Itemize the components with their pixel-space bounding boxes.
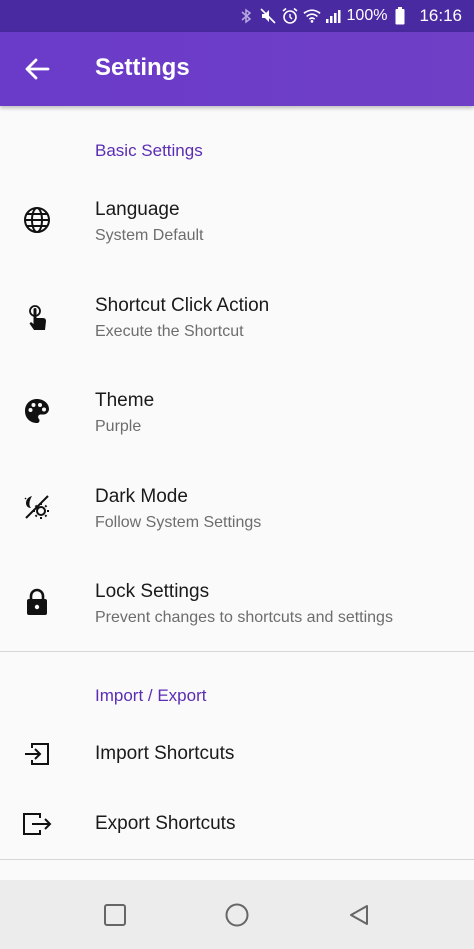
- export-icon: [22, 809, 52, 839]
- palette-icon: [22, 396, 52, 426]
- section-header-import-export: Import / Export: [95, 686, 207, 705]
- clock: 16:16: [419, 6, 462, 25]
- recents-button[interactable]: [100, 900, 130, 930]
- app-bar: Settings: [0, 32, 474, 106]
- setting-label: Lock Settings: [95, 581, 210, 602]
- wifi-icon: [302, 7, 321, 25]
- battery-icon: [391, 7, 409, 25]
- touch-icon: [22, 303, 52, 333]
- setting-subtitle: Execute the Shortcut: [95, 323, 244, 340]
- home-circle-icon: [225, 903, 249, 927]
- bluetooth-icon: [237, 7, 255, 25]
- section-divider: [0, 651, 474, 652]
- setting-label: Export Shortcuts: [95, 813, 236, 834]
- setting-subtitle: Purple: [95, 418, 142, 435]
- section-divider: [0, 859, 474, 860]
- back-button[interactable]: [22, 55, 52, 83]
- setting-label: Dark Mode: [95, 486, 188, 507]
- home-button[interactable]: [222, 900, 252, 930]
- settings-item-lock-settings[interactable]: Lock Settings Prevent changes to shortcu…: [0, 564, 474, 650]
- arrow-back-icon: [25, 58, 50, 80]
- back-nav-button[interactable]: [344, 900, 374, 930]
- signal-icon: [325, 7, 343, 25]
- import-icon: [22, 739, 52, 769]
- settings-item-dark-mode[interactable]: Dark Mode Follow System Settings: [0, 469, 474, 555]
- setting-label: Import Shortcuts: [95, 743, 235, 764]
- setting-label: Theme: [95, 390, 155, 411]
- recents-square-icon: [104, 904, 126, 926]
- back-triangle-icon: [350, 905, 368, 925]
- settings-item-export-shortcuts[interactable]: Export Shortcuts: [0, 792, 474, 858]
- section-header-basic-settings: Basic Settings: [95, 141, 203, 160]
- setting-subtitle: System Default: [95, 227, 204, 244]
- alarm-icon: [281, 7, 299, 25]
- settings-item-language[interactable]: Language System Default: [0, 182, 474, 268]
- setting-subtitle: Prevent changes to shortcuts and setting…: [95, 609, 393, 626]
- page-title: Settings: [95, 54, 190, 81]
- mute-icon: [259, 7, 277, 25]
- settings-item-shortcut-click-action[interactable]: Shortcut Click Action Execute the Shortc…: [0, 278, 474, 364]
- setting-label: Language: [95, 199, 180, 220]
- setting-label: Shortcut Click Action: [95, 295, 270, 316]
- setting-subtitle: Follow System Settings: [95, 514, 262, 531]
- settings-item-import-shortcuts[interactable]: Import Shortcuts: [0, 722, 474, 788]
- lock-icon: [22, 587, 52, 617]
- globe-icon: [22, 205, 52, 235]
- battery-percent: 100%: [346, 7, 388, 24]
- system-nav-bar: [0, 880, 474, 949]
- dark-mode-icon: [22, 492, 52, 522]
- status-bar: 100% 16:16: [0, 0, 474, 32]
- settings-item-theme[interactable]: Theme Purple: [0, 373, 474, 459]
